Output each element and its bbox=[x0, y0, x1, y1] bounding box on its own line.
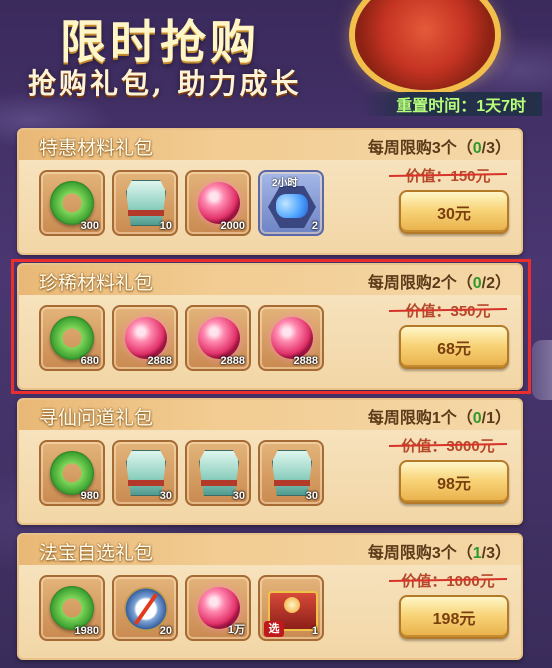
original-price: 价值：3000元 bbox=[389, 435, 507, 456]
pack-title: 特惠材料礼包 bbox=[39, 138, 154, 159]
pack-title: 法宝自选礼包 bbox=[39, 543, 154, 564]
pink-orb-icon bbox=[125, 317, 167, 359]
buy-button[interactable]: 68元 bbox=[399, 325, 509, 369]
item-qty: 2000 bbox=[220, 220, 245, 232]
item-slot[interactable]: 2888 bbox=[258, 305, 324, 371]
pack-header: 寻仙问道礼包 每周限购1个（0/1） bbox=[19, 400, 521, 430]
item-slot[interactable]: 30 bbox=[112, 440, 178, 506]
item-qty: 1万 bbox=[227, 624, 245, 636]
item-slot[interactable]: 30 bbox=[185, 440, 251, 506]
item-slot[interactable]: 2000 bbox=[185, 170, 251, 236]
pack-header: 珍稀材料礼包 每周限购2个（0/2） bbox=[19, 265, 521, 295]
item-slot[interactable]: 680 bbox=[39, 305, 105, 371]
pack-card-3: 法宝自选礼包 每周限购3个（1/3） 1980 20 1万 选1 价值：1000… bbox=[17, 533, 523, 660]
limit-suffix: /2） bbox=[481, 275, 511, 292]
item-qty: 20 bbox=[159, 625, 172, 637]
limit-count: 0 bbox=[472, 140, 482, 157]
green-jade-icon bbox=[50, 586, 94, 630]
pack-items: 680 2888 2888 2888 bbox=[39, 305, 324, 371]
pack-card-2: 寻仙问道礼包 每周限购1个（0/1） 980 30 30 30 价值：3000元… bbox=[17, 398, 523, 525]
armor-belt bbox=[274, 480, 310, 486]
item-qty: 1980 bbox=[74, 625, 99, 637]
reset-timer: 重置时间：1天7时 bbox=[362, 92, 542, 116]
buy-button[interactable]: 30元 bbox=[399, 190, 509, 234]
pack-header: 特惠材料礼包 每周限购3个（0/3） bbox=[19, 130, 521, 160]
item-slot[interactable]: 2888 bbox=[185, 305, 251, 371]
pack-card-0: 特惠材料礼包 每周限购3个（0/3） 300 10 2000 2小时 2 价值：1… bbox=[17, 128, 523, 255]
side-scroll-tab[interactable] bbox=[532, 340, 552, 400]
armor-belt bbox=[201, 480, 237, 486]
limit-prefix: 每周限购1个（ bbox=[367, 410, 473, 427]
limit-suffix: /3） bbox=[481, 140, 511, 157]
item-qty: 2 bbox=[311, 220, 318, 232]
armor-belt bbox=[128, 210, 164, 216]
chest-gem bbox=[284, 597, 300, 613]
item-slot[interactable]: 20 bbox=[112, 575, 178, 641]
pack-card-1: 珍稀材料礼包 每周限购2个（0/2） 680 2888 2888 2888 价值… bbox=[17, 263, 523, 390]
limit-count: 0 bbox=[472, 275, 482, 292]
item-slot[interactable]: 选1 bbox=[258, 575, 324, 641]
original-price: 价值：350元 bbox=[389, 300, 507, 321]
limit-prefix: 每周限购2个（ bbox=[367, 275, 473, 292]
pack-title: 寻仙问道礼包 bbox=[39, 408, 154, 429]
item-qty: 30 bbox=[159, 490, 172, 502]
green-jade-icon bbox=[50, 451, 94, 495]
item-slot[interactable]: 10 bbox=[112, 170, 178, 236]
item-qty: 300 bbox=[80, 220, 99, 232]
pack-header: 法宝自选礼包 每周限购3个（1/3） bbox=[19, 535, 521, 565]
item-qty: 2888 bbox=[293, 355, 318, 367]
limit-suffix: /3） bbox=[481, 545, 511, 562]
item-slot[interactable]: 1980 bbox=[39, 575, 105, 641]
item-slot[interactable]: 980 bbox=[39, 440, 105, 506]
armor-belt bbox=[128, 480, 164, 486]
pink-orb-icon bbox=[271, 317, 313, 359]
green-jade-icon bbox=[50, 181, 94, 225]
item-qty: 30 bbox=[305, 490, 318, 502]
item-qty: 680 bbox=[80, 355, 99, 367]
item-qty: 2888 bbox=[220, 355, 245, 367]
buy-button[interactable]: 98元 bbox=[399, 460, 509, 504]
pack-title: 珍稀材料礼包 bbox=[39, 273, 154, 294]
item-slot[interactable]: 2888 bbox=[112, 305, 178, 371]
header: 限时抢购 抢购礼包, 助力成长 重置时间：1天7时 bbox=[0, 0, 552, 118]
pink-orb-icon bbox=[198, 182, 240, 224]
original-price: 价值：150元 bbox=[389, 165, 507, 186]
item-slot[interactable]: 300 bbox=[39, 170, 105, 236]
pack-limit: 每周限购2个（0/2） bbox=[368, 269, 511, 293]
limit-prefix: 每周限购3个（ bbox=[367, 545, 473, 562]
item-qty: 30 bbox=[232, 490, 245, 502]
item-qty: 10 bbox=[159, 220, 172, 232]
item-qty: 980 bbox=[80, 490, 99, 502]
pack-items: 980 30 30 30 bbox=[39, 440, 324, 506]
pack-limit: 每周限购1个（0/1） bbox=[368, 404, 511, 428]
pack-limit: 每周限购3个（1/3） bbox=[368, 539, 511, 563]
item-qty: 2888 bbox=[147, 355, 172, 367]
pack-items: 300 10 2000 2小时 2 bbox=[39, 170, 324, 236]
item-qty: 1 bbox=[311, 625, 318, 637]
item-duration-tag: 2小时 bbox=[272, 178, 298, 189]
select-badge: 选 bbox=[264, 621, 284, 637]
item-slot[interactable]: 1万 bbox=[185, 575, 251, 641]
limit-suffix: /1） bbox=[481, 410, 511, 427]
limit-count: 0 bbox=[472, 410, 482, 427]
original-price: 价值：1000元 bbox=[389, 570, 507, 591]
item-slot[interactable]: 2小时 2 bbox=[258, 170, 324, 236]
limit-prefix: 每周限购3个（ bbox=[367, 140, 473, 157]
pack-items: 1980 20 1万 选1 bbox=[39, 575, 324, 641]
buy-button[interactable]: 198元 bbox=[399, 595, 509, 639]
blue-gems-core bbox=[276, 194, 308, 218]
pack-limit: 每周限购3个（0/3） bbox=[368, 134, 511, 158]
green-jade-icon bbox=[50, 316, 94, 360]
page-subtitle: 抢购礼包, 助力成长 bbox=[28, 67, 302, 100]
item-slot[interactable]: 30 bbox=[258, 440, 324, 506]
pink-orb-icon bbox=[198, 317, 240, 359]
limit-count: 1 bbox=[472, 545, 482, 562]
